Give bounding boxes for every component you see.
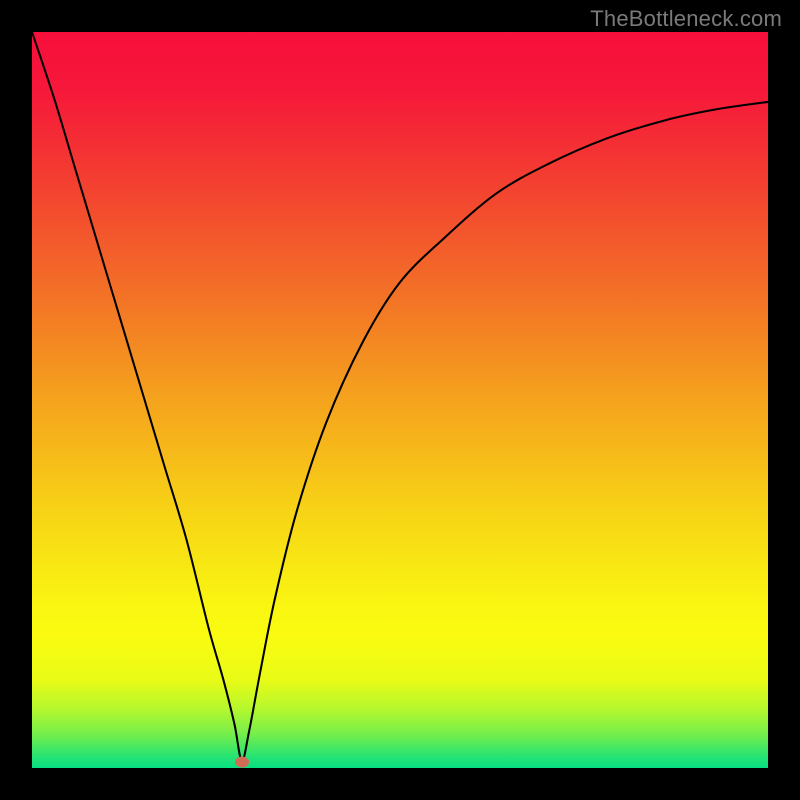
chart-frame: TheBottleneck.com [0, 0, 800, 800]
bottleneck-curve [32, 32, 768, 761]
watermark-text: TheBottleneck.com [590, 6, 782, 32]
curve-layer [32, 32, 768, 768]
minimum-marker-icon [235, 757, 249, 768]
plot-area [32, 32, 768, 768]
